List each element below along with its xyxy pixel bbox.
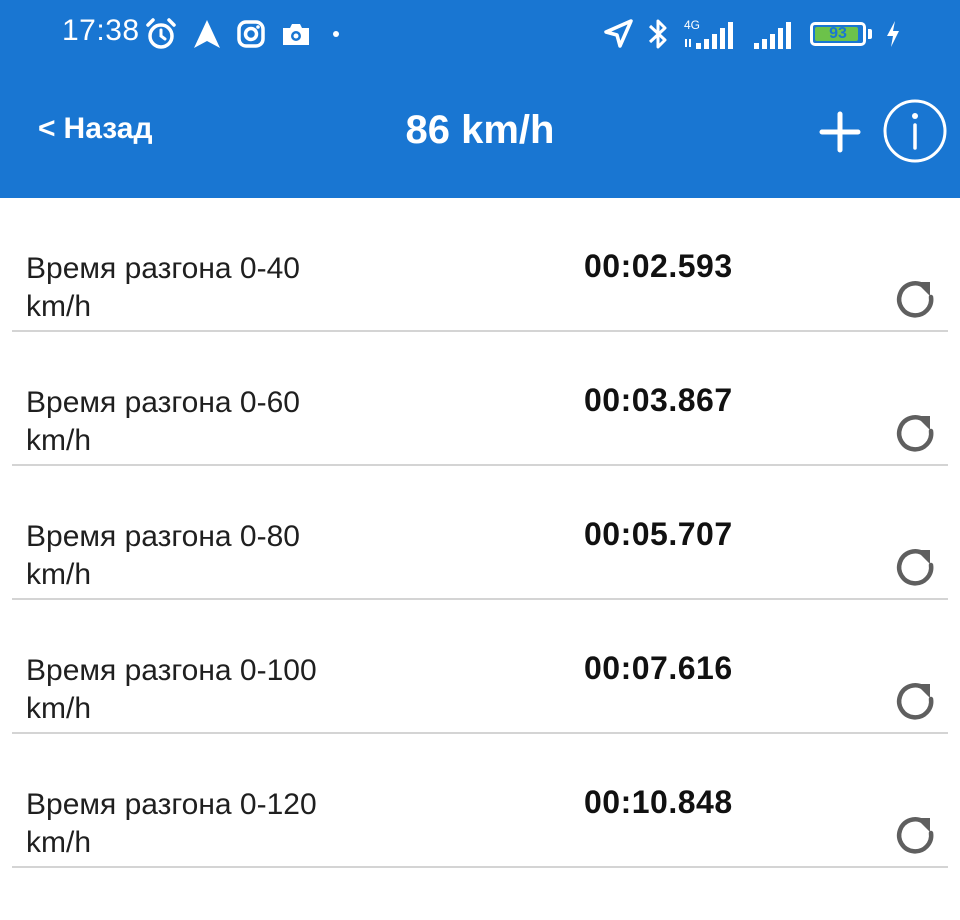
signal-icon <box>754 22 791 49</box>
results-list: Время разгона 0-40 km/h 00:02.593 Время … <box>0 198 960 868</box>
result-time: 00:05.707 <box>584 516 733 552</box>
result-time: 00:07.616 <box>584 650 733 686</box>
refresh-icon[interactable] <box>890 274 942 326</box>
info-icon[interactable] <box>882 98 948 164</box>
battery-icon: 93 <box>810 22 866 46</box>
location-arrow-icon <box>604 19 633 48</box>
charging-icon <box>887 21 899 47</box>
signal-4g-icon: 4G <box>684 18 733 49</box>
status-right-icons: 4G 93 <box>602 14 902 54</box>
battery-level: 93 <box>829 25 847 42</box>
refresh-icon[interactable] <box>890 810 942 862</box>
dot-icon <box>333 31 339 37</box>
result-label: Время разгона 0-80 km/h <box>26 520 300 591</box>
refresh-icon[interactable] <box>890 542 942 594</box>
result-label: Время разгона 0-100 km/h <box>26 654 317 725</box>
result-label: Время разгона 0-40 km/h <box>26 252 300 323</box>
battery-tip <box>868 29 872 39</box>
result-label: Время разгона 0-60 km/h <box>26 386 300 457</box>
result-label: Время разгона 0-120 km/h <box>26 788 317 859</box>
status-time: 17:38 <box>62 14 140 47</box>
list-item: Время разгона 0-120 km/h 00:10.848 <box>12 734 948 868</box>
chevron-left-icon: < <box>38 112 56 145</box>
bluetooth-icon <box>648 19 667 49</box>
battery-group: 93 <box>810 22 872 46</box>
navigation-icon <box>194 20 220 48</box>
status-bar: 17:38 4G 93 <box>0 0 960 70</box>
result-time: 00:10.848 <box>584 784 733 820</box>
back-label: Назад <box>63 112 153 145</box>
list-item: Время разгона 0-100 km/h 00:07.616 <box>12 600 948 734</box>
list-item: Время разгона 0-80 km/h 00:05.707 <box>12 466 948 600</box>
status-left-icons <box>144 14 346 54</box>
network-type-label: 4G <box>684 18 700 32</box>
list-item: Время разгона 0-60 km/h 00:03.867 <box>12 332 948 466</box>
refresh-icon[interactable] <box>890 408 942 460</box>
result-time: 00:02.593 <box>584 248 733 284</box>
list-item: Время разгона 0-40 km/h 00:02.593 <box>12 198 948 332</box>
plus-icon[interactable] <box>816 108 864 156</box>
instagram-icon <box>237 20 265 48</box>
app-bar: 17:38 4G 93 < Назад 86 km/h <box>0 0 960 198</box>
refresh-icon[interactable] <box>890 676 942 728</box>
alarm-icon <box>146 18 176 49</box>
camera-icon <box>283 24 309 45</box>
result-time: 00:03.867 <box>584 382 733 418</box>
back-button[interactable]: < Назад <box>38 112 153 146</box>
